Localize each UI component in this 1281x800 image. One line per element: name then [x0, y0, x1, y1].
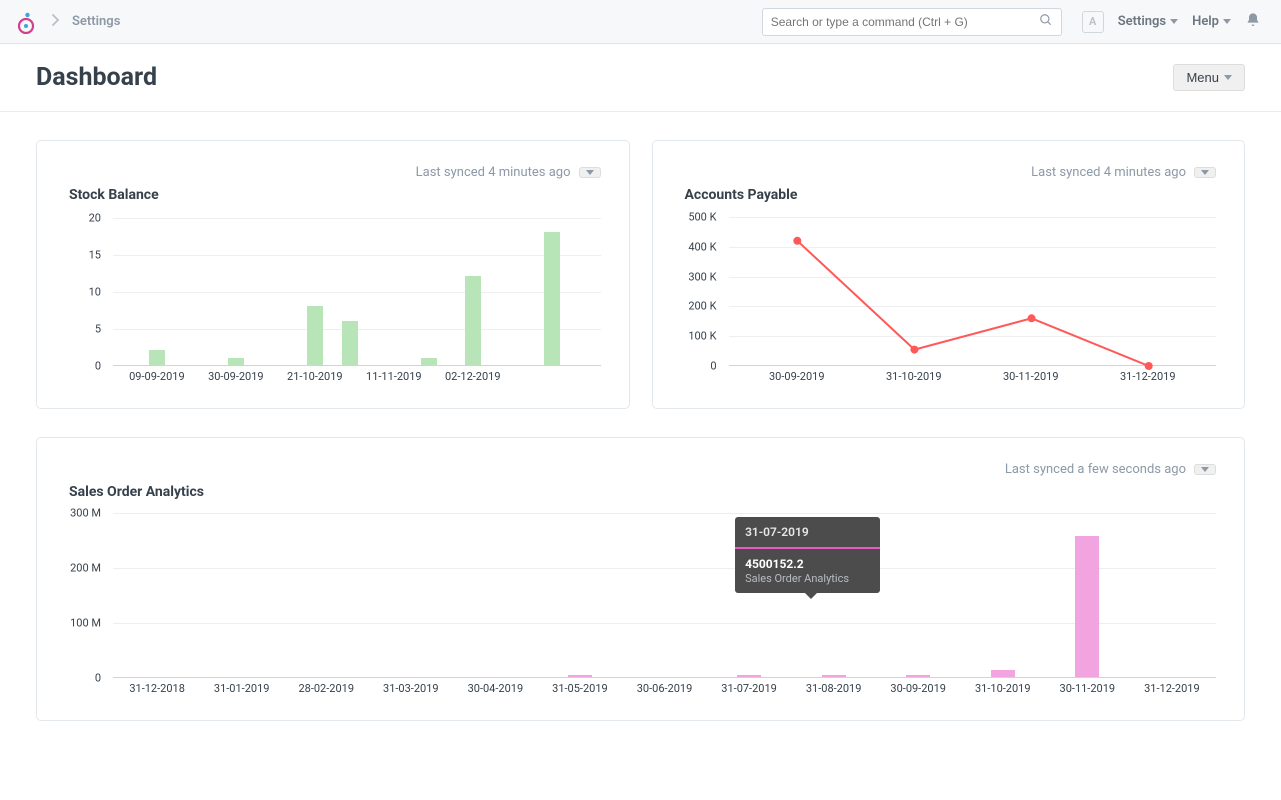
y-axis-tick: 200 K	[688, 300, 722, 313]
y-axis-tick: 400 K	[688, 240, 722, 253]
avatar[interactable]: A	[1082, 11, 1104, 33]
menu-button[interactable]: Menu	[1173, 64, 1245, 91]
y-axis-tick: 0	[95, 360, 107, 373]
top-right-actions: A Settings Help	[1082, 11, 1261, 33]
card-accounts-payable: Last synced 4 minutes ago Accounts Payab…	[652, 140, 1246, 409]
chart-stock-balance: 0 5 10 15 20 09-09-2019 30-09-2019 21-10-2019 11…	[57, 211, 601, 386]
chevron-down-icon	[1201, 170, 1209, 175]
x-axis-tick: 09-09-2019	[129, 370, 185, 383]
x-axis-tick: 31-12-2019	[1120, 370, 1176, 383]
tooltip-date: 31-07-2019	[735, 517, 880, 549]
menu-label: Menu	[1186, 70, 1219, 85]
page-title: Dashboard	[36, 63, 157, 92]
y-axis-tick: 0	[710, 360, 722, 373]
x-axis-tick: 30-04-2019	[468, 682, 524, 695]
y-axis-tick: 500 K	[688, 210, 722, 223]
search-input[interactable]	[771, 15, 1039, 29]
y-axis-tick: 100 K	[688, 330, 722, 343]
x-axis-tick: 31-10-2019	[886, 370, 942, 383]
sync-status-text: Last synced a few seconds ago	[1005, 462, 1186, 477]
x-axis-tick: 31-05-2019	[552, 682, 608, 695]
tooltip-value: 4500152.2	[745, 557, 870, 571]
chart-sales-order-analytics: 0 100 M 200 M 300 M 31-07-2019 4500152.2Sales…	[57, 508, 1216, 698]
x-axis-tick: 30-09-2019	[208, 370, 264, 383]
chart-bar[interactable]	[149, 350, 165, 365]
x-axis-tick: 31-10-2019	[975, 682, 1031, 695]
card-title: Stock Balance	[69, 187, 601, 203]
chart-bar[interactable]	[568, 675, 592, 677]
card-menu-button[interactable]	[579, 167, 601, 178]
chart-point[interactable]	[910, 346, 918, 354]
y-axis-tick: 200 M	[70, 562, 107, 575]
chart-bar[interactable]	[1075, 536, 1099, 677]
x-axis-tick: 30-06-2019	[637, 682, 693, 695]
help-dropdown[interactable]: Help	[1192, 14, 1231, 29]
card-title: Sales Order Analytics	[69, 484, 1216, 500]
y-axis-tick: 0	[95, 672, 107, 685]
card-stock-balance: Last synced 4 minutes ago Stock Balance …	[36, 140, 630, 409]
card-title: Accounts Payable	[685, 187, 1217, 203]
x-axis-tick: 31-07-2019	[721, 682, 777, 695]
tooltip-label: Sales Order Analytics	[745, 572, 849, 585]
y-axis-tick: 300 K	[688, 270, 722, 283]
x-axis-tick: 30-09-2019	[769, 370, 825, 383]
x-axis-tick: 28-02-2019	[298, 682, 354, 695]
x-axis-tick: 31-08-2019	[806, 682, 862, 695]
chart-line	[797, 241, 1148, 366]
chart-bar[interactable]	[822, 675, 846, 677]
page-header: Dashboard Menu	[0, 44, 1281, 112]
search-icon[interactable]	[1039, 13, 1053, 31]
y-axis-tick: 5	[95, 323, 107, 336]
y-axis-tick: 15	[89, 249, 107, 262]
chart-accounts-payable: 0 100 K 200 K 300 K 400 K 500 K 30-09-2019 31-1…	[673, 211, 1217, 386]
chevron-down-icon	[586, 170, 594, 175]
x-axis-tick: 11-11-2019	[366, 370, 422, 383]
chevron-right-icon	[52, 14, 60, 30]
x-axis-tick: 02-12-2019	[445, 370, 501, 383]
chevron-down-icon	[1201, 467, 1209, 472]
card-sales-order-analytics: Last synced a few seconds ago Sales Orde…	[36, 437, 1245, 721]
sync-status-text: Last synced 4 minutes ago	[1031, 165, 1186, 180]
bell-icon[interactable]	[1245, 12, 1261, 32]
settings-label: Settings	[1118, 14, 1166, 29]
chart-bar[interactable]	[421, 358, 437, 365]
help-label: Help	[1192, 14, 1219, 29]
card-menu-button[interactable]	[1194, 167, 1216, 178]
chart-bar[interactable]	[906, 675, 930, 677]
chevron-down-icon	[1170, 19, 1178, 24]
chevron-down-icon	[1223, 19, 1231, 24]
chart-bar[interactable]	[228, 358, 244, 365]
x-axis-tick: 30-11-2019	[1060, 682, 1116, 695]
breadcrumb-settings[interactable]: Settings	[72, 14, 120, 29]
topbar: Settings A Settings Help	[0, 0, 1281, 44]
y-axis-tick: 10	[89, 286, 107, 299]
sync-status-text: Last synced 4 minutes ago	[416, 165, 571, 180]
card-menu-button[interactable]	[1194, 464, 1216, 475]
chart-bar[interactable]	[307, 306, 323, 365]
chart-tooltip: 31-07-2019 4500152.2Sales Order Analytics	[735, 517, 880, 593]
x-axis-tick: 31-03-2019	[383, 682, 439, 695]
chart-bar[interactable]	[544, 232, 560, 365]
settings-dropdown[interactable]: Settings	[1118, 14, 1178, 29]
x-axis-tick: 31-01-2019	[214, 682, 270, 695]
x-axis-tick: 31-12-2018	[129, 682, 185, 695]
chart-point[interactable]	[1027, 314, 1035, 322]
y-axis-tick: 300 M	[70, 507, 107, 520]
x-axis-tick: 21-10-2019	[287, 370, 343, 383]
y-axis-tick: 20	[89, 212, 107, 225]
chart-bar[interactable]	[737, 675, 761, 677]
x-axis-tick: 30-11-2019	[1003, 370, 1059, 383]
chart-bar[interactable]	[342, 321, 358, 365]
chart-point[interactable]	[793, 237, 801, 245]
x-axis-tick: 31-12-2019	[1144, 682, 1200, 695]
y-axis-tick: 100 M	[70, 617, 107, 630]
chevron-down-icon	[1224, 75, 1232, 80]
chart-bar[interactable]	[465, 276, 481, 365]
app-logo[interactable]	[12, 8, 40, 36]
x-axis-tick: 30-09-2019	[890, 682, 946, 695]
search-input-container	[762, 8, 1062, 36]
chart-bar[interactable]	[991, 670, 1015, 677]
